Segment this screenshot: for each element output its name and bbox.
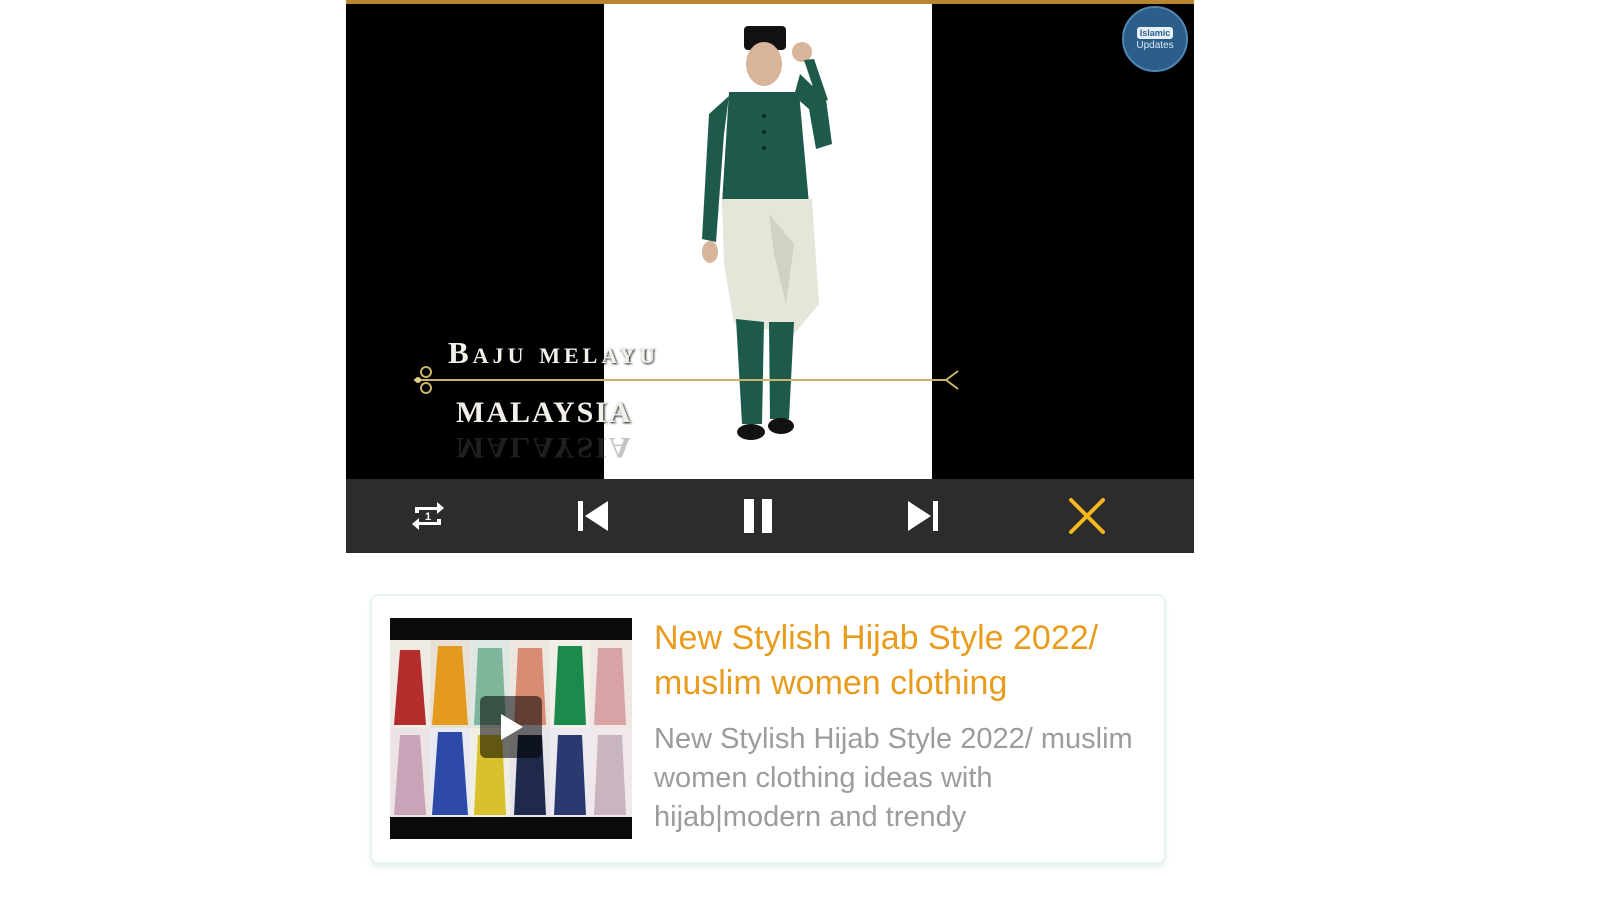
overlay-title-line2: MALAYSIA: [456, 396, 633, 429]
play-icon: [501, 714, 523, 740]
pause-button[interactable]: [733, 491, 783, 541]
skip-next-icon: [908, 501, 938, 531]
video-player[interactable]: Islamic Updates Baju melayu MALAYSIA MAL…: [346, 0, 1194, 553]
overlay-title-reflection: MALAYSIA: [456, 431, 633, 464]
ornament-divider: [414, 366, 959, 394]
video-card[interactable]: New Stylish Hijab Style 2022/ muslim wom…: [370, 594, 1166, 864]
channel-badge[interactable]: Islamic Updates: [1122, 6, 1188, 72]
skip-previous-icon: [578, 501, 608, 531]
play-button[interactable]: [480, 696, 542, 758]
repeat-one-button[interactable]: 1: [403, 491, 453, 541]
svg-text:1: 1: [425, 511, 431, 523]
pause-icon: [744, 499, 772, 533]
video-frame: [604, 4, 932, 479]
badge-bottom-label: Updates: [1136, 40, 1174, 51]
close-icon: [1069, 498, 1105, 534]
video-description: New Stylish Hijab Style 2022/ muslim wom…: [654, 723, 1133, 833]
man-in-baju-melayu-image: [702, 26, 832, 440]
previous-button[interactable]: [568, 491, 618, 541]
video-thumbnail[interactable]: [390, 618, 632, 839]
repeat-one-icon: 1: [412, 502, 444, 530]
video-title[interactable]: New Stylish Hijab Style 2022/ muslim wom…: [654, 616, 1159, 706]
player-control-bar: 1: [346, 479, 1194, 553]
badge-top-label: Islamic: [1136, 27, 1174, 39]
close-player-button[interactable]: [1062, 491, 1112, 541]
next-button[interactable]: [898, 491, 948, 541]
